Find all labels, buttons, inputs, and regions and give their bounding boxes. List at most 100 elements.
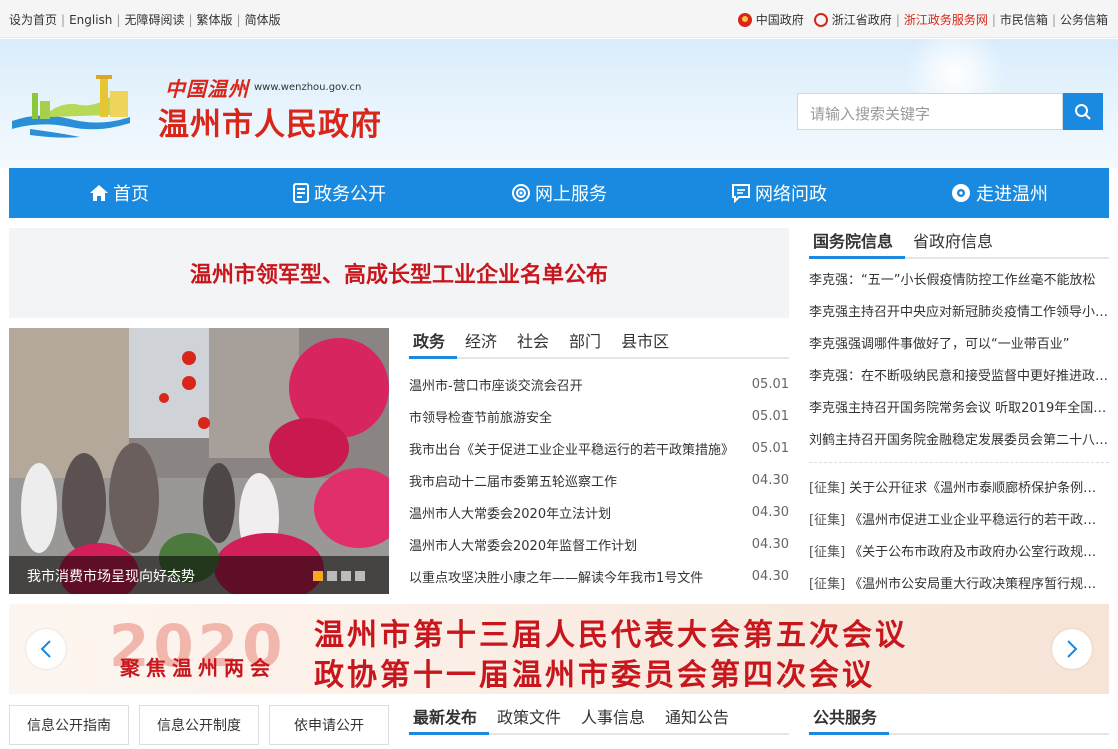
state-info-title[interactable]: 李克强强调哪件事做好了，可以“一业带百业”	[809, 333, 1069, 352]
zhejiang-service-link[interactable]: 浙江政务服务网	[904, 11, 988, 28]
nav-item-about-wenzhou[interactable]: 走进温州	[889, 168, 1109, 218]
solicit-tag: [征集]	[809, 512, 846, 528]
set-homepage-link[interactable]: 设为首页	[9, 13, 57, 27]
news-title[interactable]: 我市启动十二届市委第五轮巡察工作	[409, 471, 744, 490]
citizen-mailbox-link[interactable]: 市民信箱	[1000, 11, 1048, 28]
news-title[interactable]: 温州市人大常委会2020年监督工作计划	[409, 535, 744, 554]
banner-line-2: 政协第十一届温州市委员会第四次会议	[314, 658, 875, 693]
list-item[interactable]: 我市启动十二届市委第五轮巡察工作 04.30	[409, 464, 789, 496]
solicit-title[interactable]: 关于公开征求《温州市泰顺廊桥保护条例》意见的公告	[849, 477, 1109, 496]
nav-item-online-inquiry[interactable]: 网络问政	[669, 168, 889, 218]
top-bar: 设为首页 | English | 无障碍阅读 | 繁体版 | 简体版 中国政府 浙江省政府 | 浙江…	[0, 0, 1118, 38]
zhejiang-emblem-icon	[813, 12, 828, 27]
nav-label-online-inquiry: 网络问政	[755, 184, 827, 205]
tab-policy-docs[interactable]: 政策文件	[493, 704, 573, 733]
nav-item-home[interactable]: 首页	[9, 168, 229, 218]
latest-tabs: 最新发布 政策文件 人事信息 通知公告	[409, 704, 789, 735]
state-info-title[interactable]: 李克强主持召开中央应对新冠肺炎疫情工作领导小组会议	[809, 301, 1109, 320]
solicit-title[interactable]: 《关于公布市政府及市政府办公室行政规范性文件》	[849, 541, 1109, 560]
main-nav: 首页 政务公开 网上服务 网络问政 走进温州	[9, 168, 1109, 218]
tab-latest[interactable]: 最新发布	[409, 704, 490, 735]
tab-politics[interactable]: 政务	[409, 328, 458, 359]
apply-disclosure-button[interactable]: 依申请公开	[269, 705, 389, 745]
national-emblem-icon	[737, 12, 752, 27]
slide-dot[interactable]	[327, 571, 337, 581]
news-list: 温州市-营口市座谈交流会召开 05.01 市领导检查节前旅游安全 05.01 我市出…	[409, 368, 789, 592]
list-item[interactable]: 刘鹤主持召开国务院金融稳定发展委员会第二十八次会议	[809, 422, 1109, 454]
tab-provincial-gov[interactable]: 省政府信息	[909, 228, 1005, 257]
nav-label-about-wenzhou: 走进温州	[976, 184, 1048, 205]
tab-departments[interactable]: 部门	[565, 328, 613, 357]
slide-dot[interactable]	[313, 571, 323, 581]
info-system-button[interactable]: 信息公开制度	[139, 705, 259, 745]
news-date: 04.30	[751, 472, 789, 488]
search-button[interactable]	[1063, 93, 1103, 130]
eye-icon	[952, 184, 970, 202]
state-info-title[interactable]: 李克强主持召开国务院常务会议 听取2019年全国人大代表建议	[809, 397, 1109, 416]
news-title[interactable]: 我市出台《关于促进工业企业平稳运行的若干政策措施》	[409, 439, 744, 458]
slide-dot[interactable]	[355, 571, 365, 581]
tab-personnel[interactable]: 人事信息	[577, 704, 657, 733]
logo-chinese-text: 中国温州	[165, 77, 249, 101]
state-info-title[interactable]: 李克强：在不断吸纳民意和接受监督中更好推进政府工作	[809, 365, 1109, 384]
state-info-title[interactable]: 李克强：“五一”小长假疫情防控工作丝毫不能放松	[809, 269, 1095, 288]
tab-state-council[interactable]: 国务院信息	[809, 228, 906, 259]
solicit-tag: [征集]	[809, 480, 846, 496]
list-item[interactable]: 温州市人大常委会2020年立法计划 04.30	[409, 496, 789, 528]
news-title[interactable]: 温州市-营口市座谈交流会召开	[409, 375, 744, 394]
news-title[interactable]: 温州市人大常委会2020年立法计划	[409, 503, 744, 522]
street-photo	[9, 328, 389, 594]
state-info-list: 李克强：“五一”小长假疫情防控工作丝毫不能放松 李克强主持召开中央应对新冠肺炎疫…	[809, 262, 1109, 454]
list-item[interactable]: 李克强主持召开国务院常务会议 听取2019年全国人大代表建议	[809, 390, 1109, 422]
list-item[interactable]: 李克强：“五一”小长假疫情防控工作丝毫不能放松	[809, 262, 1109, 294]
divider	[809, 462, 1109, 463]
site-title[interactable]: 温州市人民政府	[158, 99, 382, 144]
english-link[interactable]: English	[69, 13, 112, 27]
search-input[interactable]: 请输入搜索关键字	[797, 93, 1063, 130]
nav-label-home: 首页	[113, 184, 149, 205]
tab-economy[interactable]: 经济	[461, 328, 509, 357]
tab-society[interactable]: 社会	[513, 328, 561, 357]
simplified-chinese-link[interactable]: 简体版	[245, 13, 281, 27]
slide-dot[interactable]	[341, 571, 351, 581]
list-item[interactable]: [征集] 《温州市公安局重大行政决策程序暂行规定》	[809, 566, 1109, 598]
chevron-left-icon	[40, 640, 51, 658]
list-item[interactable]: 李克强强调哪件事做好了，可以“一业带百业”	[809, 326, 1109, 358]
accessibility-link[interactable]: 无障碍阅读	[124, 13, 184, 27]
list-item[interactable]: 温州市-营口市座谈交流会召开 05.01	[409, 368, 789, 400]
news-title[interactable]: 以重点攻坚决胜小康之年——解读今年我市1号文件	[409, 567, 744, 586]
headline-banner[interactable]: 温州市领军型、高成长型工业企业名单公布	[9, 228, 789, 318]
tab-public-service[interactable]: 公共服务	[809, 704, 890, 735]
nav-item-gov-affairs[interactable]: 政务公开	[229, 168, 449, 218]
headline-text[interactable]: 温州市领军型、高成长型工业企业名单公布	[190, 257, 608, 289]
banner-subtitle: 聚焦温州两会	[120, 656, 276, 680]
list-item[interactable]: [征集]关于公开征求《温州市泰顺廊桥保护条例》意见的公告	[809, 470, 1109, 502]
photo-slideshow[interactable]: 我市消费市场呈现向好态势	[9, 328, 389, 594]
list-item[interactable]: 李克强：在不断吸纳民意和接受监督中更好推进政府工作	[809, 358, 1109, 390]
list-item[interactable]: 温州市人大常委会2020年监督工作计划 04.30	[409, 528, 789, 560]
news-title[interactable]: 市领导检查节前旅游安全	[409, 407, 744, 426]
zhejiang-gov-link[interactable]: 浙江省政府	[832, 11, 892, 28]
solicit-title[interactable]: 《温州市公安局重大行政决策程序暂行规定》	[849, 573, 1109, 592]
solicit-list: [征集]关于公开征求《温州市泰顺廊桥保护条例》意见的公告 [征集]《温州市促进工…	[809, 470, 1109, 598]
nav-item-online-service[interactable]: 网上服务	[449, 168, 669, 218]
two-sessions-banner[interactable]: 2020 聚焦温州两会 温州市第十三届人民代表大会第五次会议 政协第十一届温州市…	[9, 604, 1109, 694]
list-item[interactable]: [征集]《关于公布市政府及市政府办公室行政规范性文件》	[809, 534, 1109, 566]
banner-next-button[interactable]	[1052, 629, 1092, 669]
tab-counties[interactable]: 县市区	[617, 328, 681, 357]
official-mailbox-link[interactable]: 公务信箱	[1060, 11, 1108, 28]
traditional-chinese-link[interactable]: 繁体版	[197, 13, 233, 27]
list-item[interactable]: 李克强主持召开中央应对新冠肺炎疫情工作领导小组会议	[809, 294, 1109, 326]
news-date: 05.01	[751, 440, 789, 456]
tab-notices[interactable]: 通知公告	[661, 704, 741, 733]
china-gov-link[interactable]: 中国政府	[756, 11, 804, 28]
list-item[interactable]: 以重点攻坚决胜小康之年——解读今年我市1号文件 04.30	[409, 560, 789, 592]
logo-url: www.wenzhou.gov.cn	[254, 82, 362, 93]
list-item[interactable]: [征集] 《温州市促进工业企业平稳运行的若干政策措施》	[809, 502, 1109, 534]
list-item[interactable]: 我市出台《关于促进工业企业平稳运行的若干政策措施》 05.01	[409, 432, 789, 464]
list-item[interactable]: 市领导检查节前旅游安全 05.01	[409, 400, 789, 432]
state-info-title[interactable]: 刘鹤主持召开国务院金融稳定发展委员会第二十八次会议	[809, 429, 1109, 448]
info-guide-button[interactable]: 信息公开指南	[9, 705, 129, 745]
solicit-title[interactable]: 《温州市促进工业企业平稳运行的若干政策措施》	[849, 509, 1109, 528]
banner-prev-button[interactable]	[26, 629, 66, 669]
